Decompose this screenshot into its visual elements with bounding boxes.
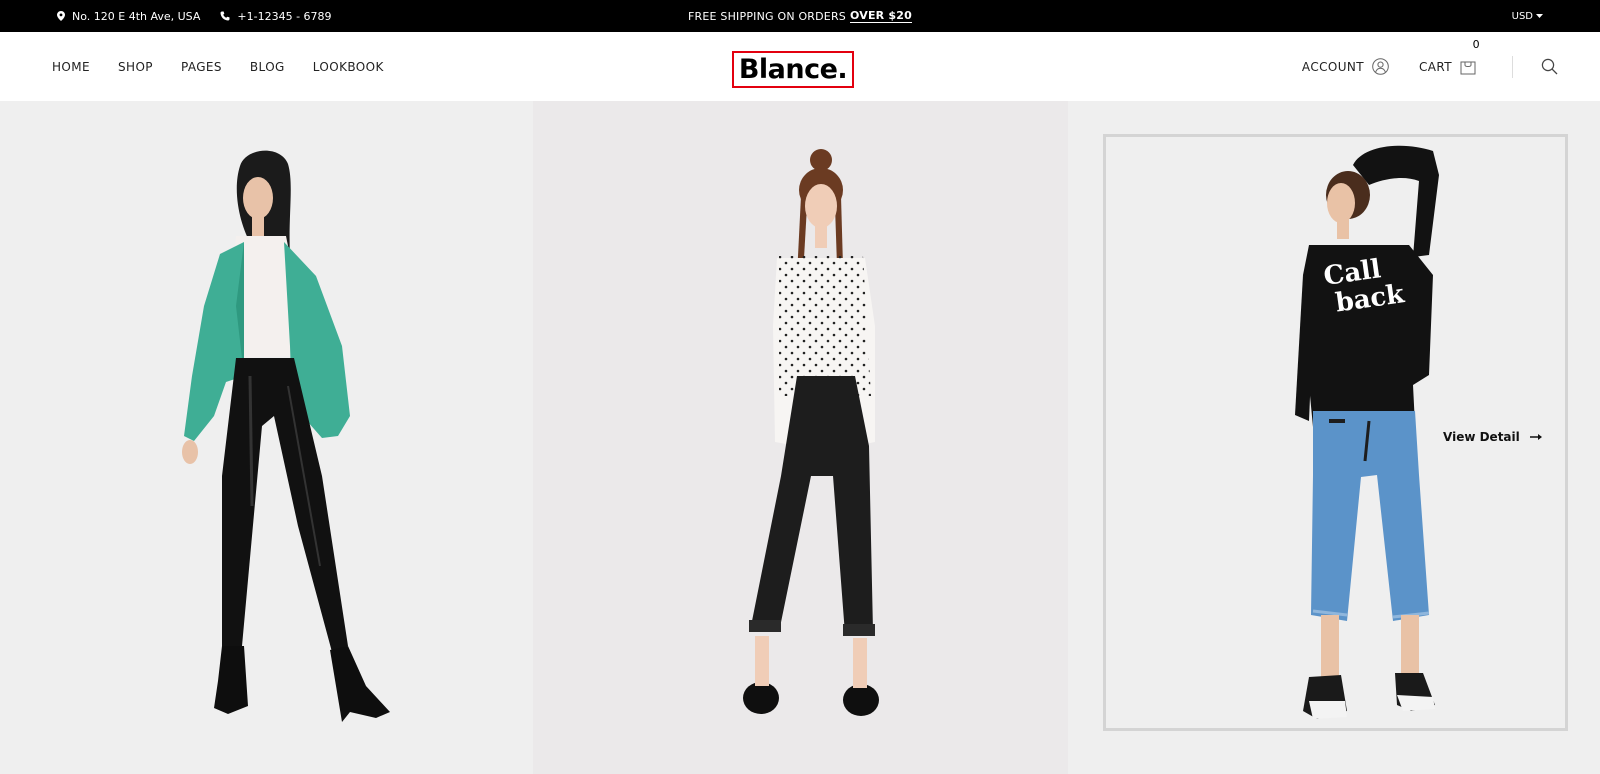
model-image-1[interactable] [170, 146, 410, 726]
top-bar: No. 120 E 4th Ave, USA +1-12345 - 6789 F… [0, 0, 1600, 32]
shipping-prefix: FREE SHIPPING ON ORDERS [688, 9, 846, 23]
nav-item-shop[interactable]: SHOP [118, 60, 153, 74]
nav-item-lookbook[interactable]: LOOKBOOK [313, 60, 384, 74]
arrow-right-icon [1529, 434, 1542, 440]
search-icon[interactable] [1541, 58, 1558, 75]
shipping-notice: FREE SHIPPING ON ORDERS OVER $20 [0, 0, 1600, 32]
currency-selector[interactable]: USD [1512, 0, 1543, 32]
site-logo[interactable]: Blance. [732, 51, 854, 88]
cart-label: CART [1419, 59, 1452, 74]
cart-count: 0 [1472, 38, 1480, 51]
logo-text: Blance. [738, 54, 848, 85]
view-detail-label: View Detail [1443, 430, 1520, 444]
cart-link[interactable]: CART 0 [1419, 38, 1480, 75]
nav-item-pages[interactable]: PAGES [181, 60, 222, 74]
account-link[interactable]: ACCOUNT [1302, 58, 1389, 75]
user-icon [1372, 58, 1389, 75]
model-image-3[interactable]: Callback [1233, 145, 1473, 725]
shipping-highlight[interactable]: OVER $20 [850, 9, 912, 23]
header-actions: ACCOUNT CART 0 [1302, 32, 1558, 101]
nav-item-home[interactable]: HOME [52, 60, 90, 74]
currency-label: USD [1511, 10, 1533, 22]
product-panel-1[interactable] [0, 101, 533, 774]
lookbook-panels: Callback [0, 101, 1600, 774]
view-detail-link[interactable]: View Detail [1443, 430, 1543, 444]
account-label: ACCOUNT [1301, 59, 1365, 74]
main-nav: HOME SHOP PAGES BLOG LOOKBOOK [52, 32, 412, 101]
main-header: HOME SHOP PAGES BLOG LOOKBOOK Blance. AC… [0, 32, 1600, 101]
bag-icon [1460, 61, 1476, 75]
nav-item-blog[interactable]: BLOG [250, 60, 285, 74]
product-panel-2[interactable] [533, 101, 1068, 774]
header-divider [1512, 55, 1513, 78]
model-image-2[interactable] [693, 146, 913, 726]
chevron-down-icon [1536, 13, 1543, 18]
